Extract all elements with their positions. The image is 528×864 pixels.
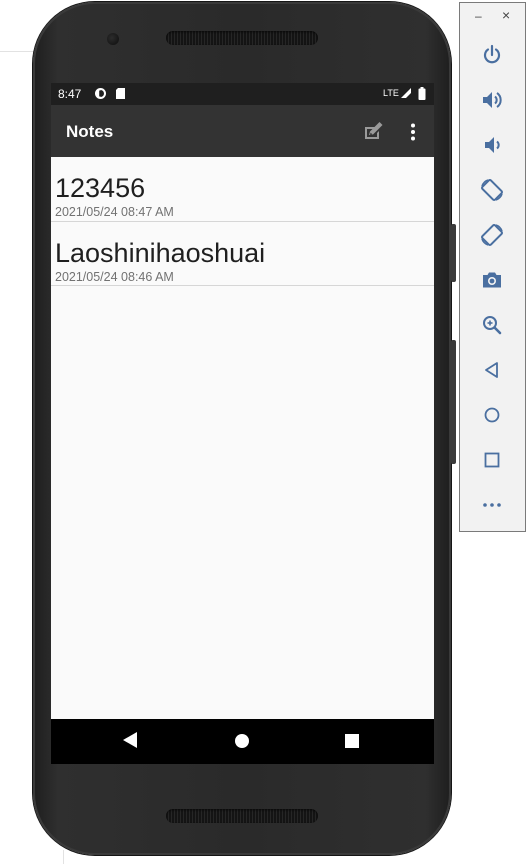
- compose-icon: [365, 122, 383, 139]
- volume-down-icon: [485, 137, 500, 153]
- volume-up-icon: [483, 92, 502, 108]
- power-icon: [483, 44, 501, 64]
- status-time: 8:47: [58, 87, 82, 101]
- network-type-label: LTE: [383, 88, 399, 98]
- back-button[interactable]: [480, 358, 504, 382]
- bottom-speaker: [166, 809, 318, 823]
- overflow-menu-icon: [411, 123, 415, 141]
- camera-icon: [483, 272, 501, 288]
- background-divider: [63, 850, 64, 864]
- sd-card-icon: [115, 87, 126, 103]
- note-timestamp: 2021/05/24 08:46 AM: [55, 269, 174, 284]
- more-button[interactable]: [480, 493, 504, 517]
- app-toolbar: Notes: [51, 105, 434, 157]
- background-divider: [0, 51, 35, 52]
- rotate-right-button[interactable]: [480, 223, 504, 247]
- minimize-button[interactable]: –: [475, 9, 482, 23]
- overview-icon: [484, 452, 500, 468]
- overflow-menu-button[interactable]: [409, 123, 417, 146]
- battery-icon: [418, 87, 426, 103]
- close-button[interactable]: ×: [502, 7, 510, 23]
- nav-recents-button[interactable]: [345, 734, 359, 753]
- phone-screen: 8:47 LTE Notes 123456 2021/05/24 08:47 A…: [51, 83, 434, 764]
- zoom-in-icon: [483, 316, 502, 335]
- recents-icon: [345, 734, 359, 748]
- phone-power-key: [451, 224, 456, 282]
- note-timestamp: 2021/05/24 08:47 AM: [55, 205, 174, 219]
- emulator-control-panel: – ×: [459, 2, 526, 532]
- list-item[interactable]: 123456 2021/05/24 08:47 AM: [51, 157, 434, 222]
- volume-up-button[interactable]: [480, 88, 504, 112]
- back-icon: [485, 362, 498, 378]
- notes-list: 123456 2021/05/24 08:47 AM Laoshinihaosh…: [51, 157, 434, 286]
- nav-back-button[interactable]: [122, 731, 138, 754]
- nav-home-button[interactable]: [234, 733, 250, 754]
- home-button[interactable]: [480, 403, 504, 427]
- phone-volume-key: [451, 340, 456, 464]
- top-speaker: [166, 31, 318, 45]
- rotate-left-icon: [481, 179, 503, 201]
- rotate-left-button[interactable]: [480, 178, 504, 202]
- overview-button[interactable]: [480, 448, 504, 472]
- back-icon: [123, 732, 137, 748]
- front-camera: [107, 33, 119, 45]
- compose-note-button[interactable]: [363, 121, 384, 145]
- list-item[interactable]: Laoshinihaoshuai 2021/05/24 08:46 AM: [51, 222, 434, 286]
- volume-down-button[interactable]: [480, 133, 504, 157]
- power-button[interactable]: [480, 43, 504, 67]
- zoom-button[interactable]: [480, 313, 504, 337]
- note-title: Laoshinihaoshuai: [55, 237, 266, 268]
- data-saver-icon: [94, 87, 107, 103]
- navigation-bar: [51, 719, 434, 764]
- note-title: 123456: [55, 173, 146, 203]
- signal-icon: [400, 87, 412, 102]
- rotate-right-icon: [481, 224, 503, 246]
- screenshot-button[interactable]: [480, 268, 504, 292]
- home-icon: [235, 734, 249, 748]
- page-title: Notes: [66, 122, 114, 141]
- status-bar: 8:47 LTE: [51, 83, 434, 105]
- home-icon: [484, 407, 500, 423]
- more-icon: [483, 503, 501, 507]
